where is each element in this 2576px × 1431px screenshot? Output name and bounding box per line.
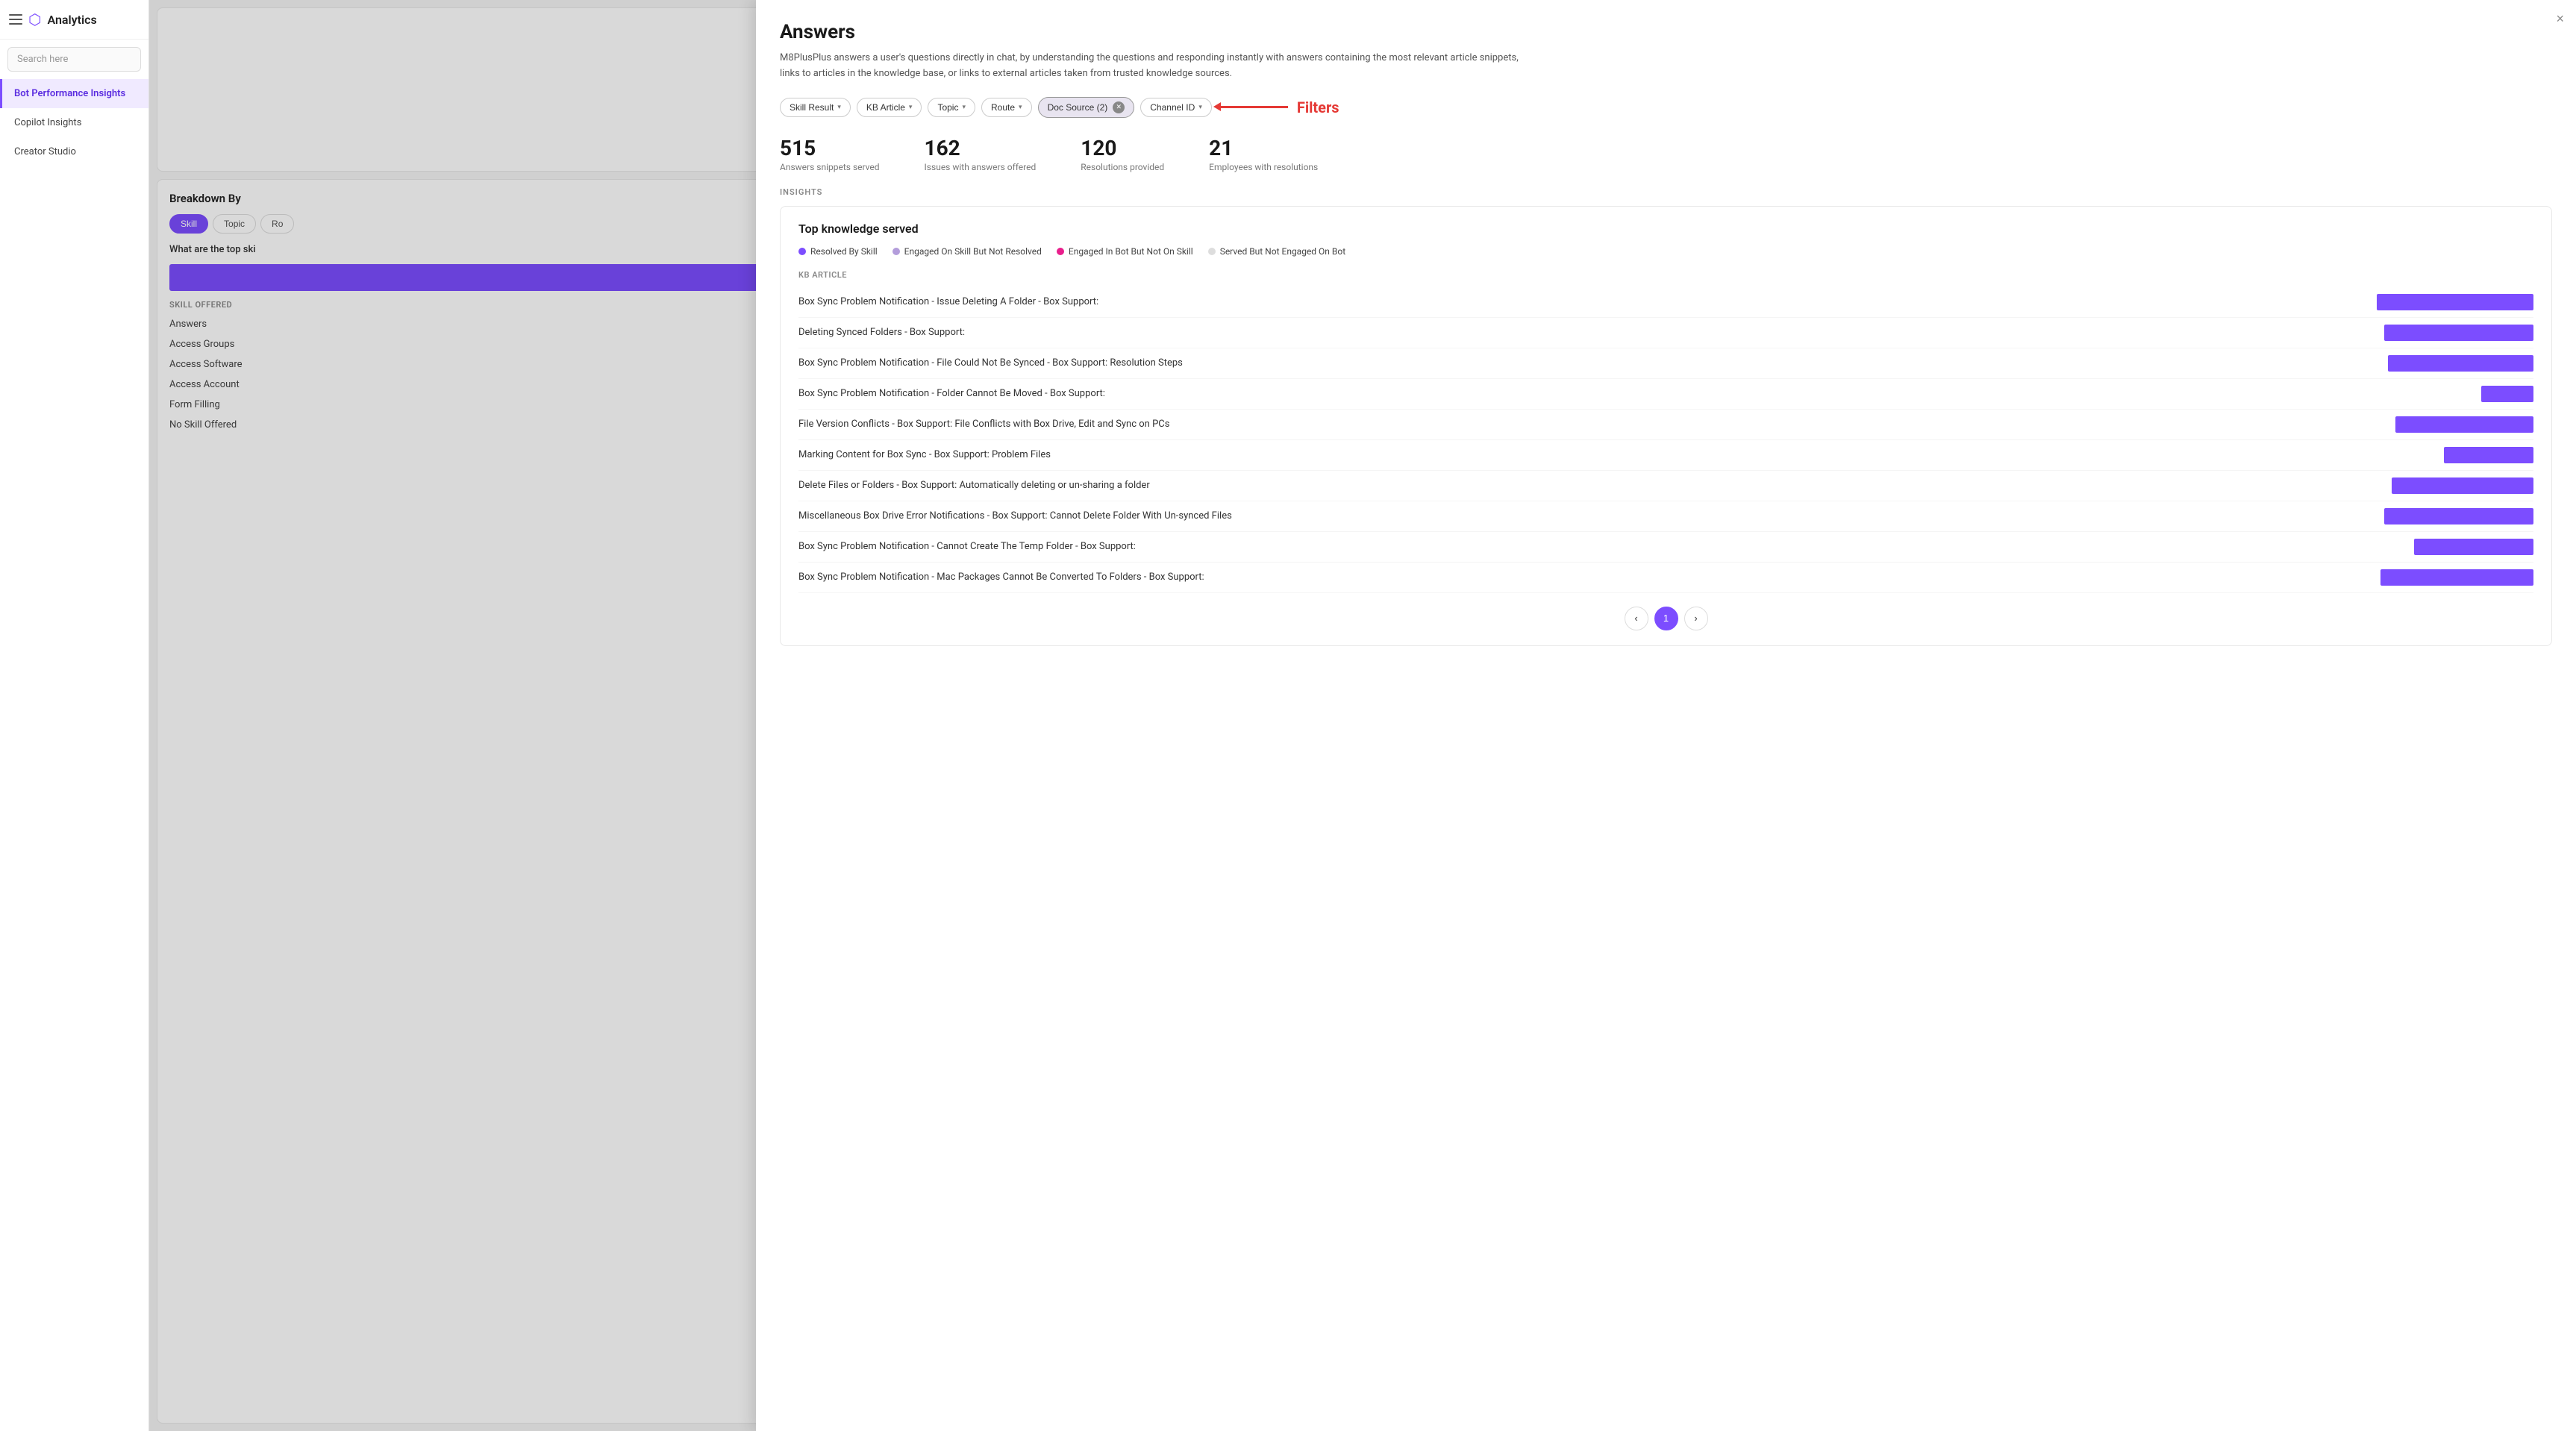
- legend-dot-resolved: [798, 248, 806, 255]
- pagination: ‹ 1 ›: [798, 593, 2533, 630]
- legend-dot-not-engaged: [1208, 248, 1216, 255]
- table-row: Marking Content for Box Sync - Box Suppo…: [798, 440, 2533, 471]
- table-row: File Version Conflicts - Box Support: Fi…: [798, 410, 2533, 440]
- table-row: Box Sync Problem Notification - File Cou…: [798, 348, 2533, 379]
- chevron-down-icon: ▾: [837, 103, 841, 111]
- stat-snippets-number: 515: [780, 136, 880, 160]
- filter-doc-source[interactable]: Doc Source (2) ✕: [1038, 97, 1135, 118]
- filter-topic[interactable]: Topic ▾: [928, 98, 975, 117]
- legend-served-not-engaged: Served But Not Engaged On Bot: [1208, 246, 1345, 257]
- modal-title: Answers: [780, 21, 2552, 43]
- chart-legend: Resolved By Skill Engaged On Skill But N…: [798, 246, 2533, 257]
- logo-icon: ⬡: [28, 10, 41, 28]
- filters-annotation: Filters: [1221, 98, 1339, 116]
- hamburger-icon[interactable]: [9, 14, 22, 25]
- stat-snippets-label: Answers snippets served: [780, 162, 880, 172]
- stat-snippets: 515 Answers snippets served: [780, 136, 880, 172]
- stat-employees: 21 Employees with resolutions: [1209, 136, 1318, 172]
- table-row: Delete Files or Folders - Box Support: A…: [798, 471, 2533, 501]
- search-input[interactable]: Search here: [7, 47, 141, 72]
- table-row: Deleting Synced Folders - Box Support:: [798, 318, 2533, 348]
- chevron-down-icon: ▾: [962, 103, 966, 111]
- app-title: Analytics: [47, 13, 96, 27]
- filters-annotation-label: Filters: [1297, 98, 1339, 116]
- insights-card: Top knowledge served Resolved By Skill E…: [780, 206, 2552, 646]
- kb-bar: [2377, 294, 2533, 310]
- filter-skill-result[interactable]: Skill Result ▾: [780, 98, 851, 117]
- sidebar-item-copilot-insights[interactable]: Copilot Insights: [0, 108, 149, 137]
- sidebar-header: ⬡ Analytics: [0, 0, 149, 40]
- stat-issues-label: Issues with answers offered: [925, 162, 1037, 172]
- stat-resolutions-label: Resolutions provided: [1081, 162, 1164, 172]
- table-row: Box Sync Problem Notification - Issue De…: [798, 287, 2533, 318]
- filter-doc-source-close[interactable]: ✕: [1113, 101, 1125, 113]
- pagination-next[interactable]: ›: [1684, 607, 1708, 630]
- modal-description: M8PlusPlus answers a user's questions di…: [780, 51, 1526, 82]
- sidebar-nav: Bot Performance Insights Copilot Insight…: [0, 79, 149, 166]
- pagination-prev[interactable]: ‹: [1625, 607, 1648, 630]
- stats-row: 515 Answers snippets served 162 Issues w…: [780, 136, 2552, 172]
- stat-resolutions-number: 120: [1081, 136, 1164, 160]
- legend-dot-bot-not-skill: [1057, 248, 1064, 255]
- modal-close-button[interactable]: ×: [2556, 12, 2564, 25]
- table-row: Miscellaneous Box Drive Error Notificati…: [798, 501, 2533, 532]
- filter-kb-article[interactable]: KB Article ▾: [857, 98, 922, 117]
- table-row: Box Sync Problem Notification - Cannot C…: [798, 532, 2533, 563]
- insights-section-label: INSIGHTS: [780, 187, 2552, 197]
- chevron-down-icon: ▾: [909, 103, 913, 111]
- legend-engaged-not-resolved: Engaged On Skill But Not Resolved: [892, 246, 1042, 257]
- kb-bar: [2384, 508, 2533, 525]
- legend-resolved-by-skill: Resolved By Skill: [798, 246, 878, 257]
- filter-channel-id[interactable]: Channel ID ▾: [1140, 98, 1212, 117]
- sidebar: ⬡ Analytics Search here Bot Performance …: [0, 0, 149, 1431]
- chevron-down-icon: ▾: [1198, 103, 1202, 111]
- modal-overlay: × Answers M8PlusPlus answers a user's qu…: [149, 0, 2576, 1431]
- kb-bar: [2380, 569, 2533, 586]
- chevron-down-icon: ▾: [1019, 103, 1022, 111]
- stat-employees-label: Employees with resolutions: [1209, 162, 1318, 172]
- kb-bar: [2388, 355, 2533, 372]
- card-title: Top knowledge served: [798, 222, 2533, 236]
- stat-resolutions: 120 Resolutions provided: [1081, 136, 1164, 172]
- legend-dot-engaged: [892, 248, 900, 255]
- stat-issues: 162 Issues with answers offered: [925, 136, 1037, 172]
- filters-row: Skill Result ▾ KB Article ▾ Topic ▾ Rout…: [780, 97, 2552, 118]
- kb-bar: [2392, 477, 2533, 494]
- stat-employees-number: 21: [1209, 136, 1318, 160]
- kb-article-section-label: KB ARTICLE: [798, 270, 2533, 280]
- main-area: 60 40 20 0 Issues Resolved by Bo... 2024…: [149, 0, 2576, 1431]
- modal-panel: × Answers M8PlusPlus answers a user's qu…: [756, 0, 2576, 1431]
- kb-bar: [2481, 386, 2533, 402]
- pagination-page-1[interactable]: 1: [1654, 607, 1678, 630]
- kb-bar: [2414, 539, 2533, 555]
- stat-issues-number: 162: [925, 136, 1037, 160]
- sidebar-item-creator-studio[interactable]: Creator Studio: [0, 137, 149, 166]
- kb-bar: [2384, 325, 2533, 341]
- legend-engaged-not-on-skill: Engaged In Bot But Not On Skill: [1057, 246, 1193, 257]
- kb-bar: [2444, 447, 2533, 463]
- filter-route[interactable]: Route ▾: [981, 98, 1032, 117]
- kb-bar: [2395, 416, 2533, 433]
- table-row: Box Sync Problem Notification - Folder C…: [798, 379, 2533, 410]
- sidebar-item-bot-performance[interactable]: Bot Performance Insights: [0, 79, 149, 108]
- table-row: Box Sync Problem Notification - Mac Pack…: [798, 563, 2533, 593]
